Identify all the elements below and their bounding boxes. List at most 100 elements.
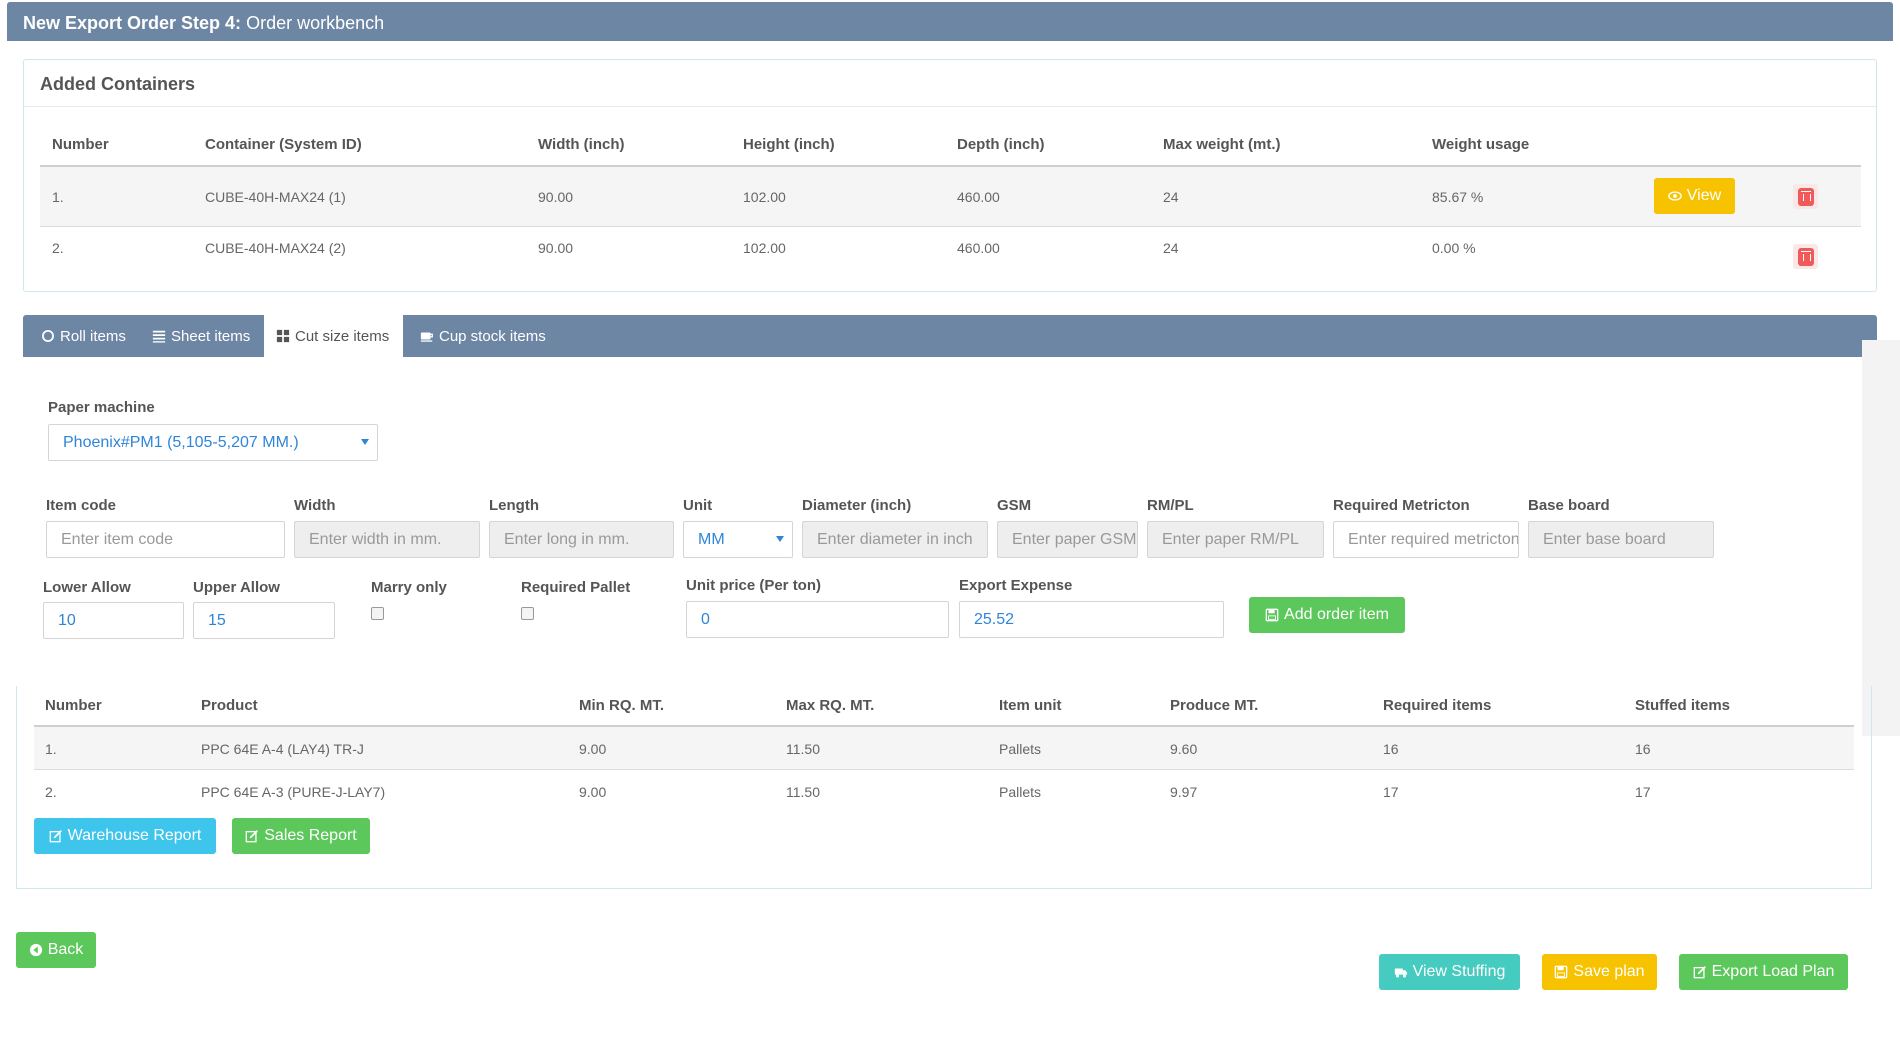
unit-value: MM: [698, 530, 725, 548]
cell-weight-usage: 0.00 %: [1432, 240, 1476, 256]
unit-label: Unit: [683, 497, 713, 514]
col-weight-usage: Weight usage: [1432, 136, 1530, 153]
length-label: Length: [489, 497, 539, 514]
item-code-label: Item code: [46, 497, 117, 514]
list-icon: [152, 330, 166, 343]
cell-product: PPC 64E A-4 (LAY4) TR-J: [201, 741, 364, 757]
upper-allow-input[interactable]: 15: [193, 602, 335, 639]
unit-select[interactable]: MM: [683, 521, 793, 558]
tab-label: Cup stock items: [439, 327, 546, 345]
marry-only-checkbox[interactable]: [371, 607, 384, 620]
upper-allow-label: Upper Allow: [193, 579, 280, 596]
circle-icon: [42, 330, 54, 342]
edit-icon: [1693, 966, 1706, 979]
lower-allow-input[interactable]: 10: [43, 602, 184, 639]
cell-number: 2.: [45, 784, 57, 800]
grid-icon: [276, 329, 290, 343]
row-divider: [34, 769, 1854, 770]
col-produce: Produce MT.: [1170, 697, 1259, 714]
cell-number: 2.: [52, 240, 64, 256]
col-width: Width (inch): [538, 136, 625, 153]
save-plan-label: Save plan: [1573, 963, 1645, 980]
view-stuffing-button[interactable]: View Stuffing: [1379, 954, 1520, 990]
sales-report-button[interactable]: Sales Report: [232, 818, 370, 854]
cell-depth: 460.00: [957, 189, 1000, 205]
cell-height: 102.00: [743, 240, 786, 256]
cell-produce: 9.97: [1170, 784, 1198, 800]
cell-number: 1.: [45, 741, 57, 757]
length-input[interactable]: Enter long in mm.: [489, 521, 674, 558]
required-metricton-input[interactable]: Enter required metricton: [1333, 521, 1519, 558]
paper-machine-select[interactable]: Phoenix#PM1 (5,105-5,207 MM.): [48, 424, 378, 461]
page-edge-shade: [1862, 340, 1900, 736]
view-stuffing-label: View Stuffing: [1412, 963, 1506, 980]
export-expense-input[interactable]: 25.52: [959, 601, 1224, 638]
panel-divider: [24, 106, 1876, 107]
cell-min-rq: 9.00: [579, 784, 607, 800]
truck-icon: [1394, 968, 1407, 978]
rmpl-label: RM/PL: [1147, 497, 1194, 514]
cell-product: PPC 64E A-3 (PURE-J-LAY7): [201, 784, 386, 800]
edit-icon: [245, 830, 259, 843]
width-input[interactable]: Enter width in mm.: [294, 521, 480, 558]
rmpl-input[interactable]: Enter paper RM/PL: [1147, 521, 1324, 558]
cell-max-weight: 24: [1163, 189, 1179, 205]
delete-container-button[interactable]: [1793, 184, 1818, 209]
col-stuffed-items: Stuffed items: [1635, 697, 1731, 714]
tab-roll-items[interactable]: Roll items: [29, 315, 138, 357]
add-order-item-button[interactable]: Add order item: [1249, 597, 1405, 633]
col-item-unit: Item unit: [999, 697, 1062, 714]
cell-height: 102.00: [743, 189, 786, 205]
required-metricton-label: Required Metricton: [1333, 497, 1470, 514]
eye-icon: [1667, 191, 1682, 201]
unit-price-input[interactable]: 0: [686, 601, 949, 638]
gsm-label: GSM: [997, 497, 1032, 514]
col-depth: Depth (inch): [957, 136, 1045, 153]
export-expense-label: Export Expense: [959, 577, 1073, 594]
width-label: Width: [294, 497, 336, 514]
page-header: New Export Order Step 4: Order workbench: [7, 2, 1893, 41]
cell-weight-usage: 85.67 %: [1432, 189, 1484, 205]
warehouse-report-button[interactable]: Warehouse Report: [34, 818, 216, 854]
diameter-label: Diameter (inch): [802, 497, 912, 514]
cell-max-weight: 24: [1163, 240, 1179, 256]
save-plan-button[interactable]: Save plan: [1542, 954, 1657, 990]
delete-container-button[interactable]: [1793, 244, 1818, 269]
back-button[interactable]: Back: [16, 932, 96, 968]
export-load-plan-label: Export Load Plan: [1711, 963, 1835, 980]
col-number: Number: [52, 136, 109, 153]
required-pallet-label: Required Pallet: [521, 579, 631, 596]
export-load-plan-button[interactable]: Export Load Plan: [1679, 954, 1848, 990]
cell-width: 90.00: [538, 240, 574, 256]
tab-cup-stock-items[interactable]: Cup stock items: [408, 315, 558, 357]
cell-max-rq: 11.50: [786, 741, 820, 757]
col-product: Product: [201, 697, 258, 714]
tab-label: Sheet items: [171, 327, 251, 345]
cell-required-items: 17: [1383, 784, 1399, 800]
added-containers-title: Added Containers: [40, 74, 196, 94]
view-container-button[interactable]: View: [1654, 178, 1735, 214]
cell-stuffed-items: 16: [1635, 741, 1651, 757]
add-order-item-label: Add order item: [1284, 606, 1389, 623]
row-divider: [40, 226, 1861, 227]
tab-label: Cut size items: [295, 327, 390, 345]
diameter-input[interactable]: Enter diameter in inch: [802, 521, 988, 558]
item-code-input[interactable]: Enter item code: [46, 521, 285, 558]
cell-width: 90.00: [538, 189, 574, 205]
tab-cut-size-items[interactable]: Cut size items: [264, 315, 403, 357]
required-pallet-checkbox[interactable]: [521, 607, 534, 620]
col-max-weight: Max weight (mt.): [1163, 136, 1281, 153]
paper-machine-value: Phoenix#PM1 (5,105-5,207 MM.): [63, 433, 299, 451]
save-icon: [1265, 608, 1279, 622]
back-label: Back: [47, 941, 84, 958]
col-min-rq: Min RQ. MT.: [579, 697, 664, 714]
base-board-input[interactable]: Enter base board: [1528, 521, 1714, 558]
gsm-input[interactable]: Enter paper GSM: [997, 521, 1138, 558]
page-title-step: New Export Order Step 4:: [23, 13, 242, 33]
page-title-text: Order workbench: [246, 13, 385, 33]
sales-report-label: Sales Report: [264, 827, 357, 844]
warehouse-report-label: Warehouse Report: [67, 827, 202, 844]
paper-machine-label: Paper machine: [48, 399, 155, 416]
tab-sheet-items[interactable]: Sheet items: [140, 315, 262, 357]
col-required-items: Required items: [1383, 697, 1492, 714]
